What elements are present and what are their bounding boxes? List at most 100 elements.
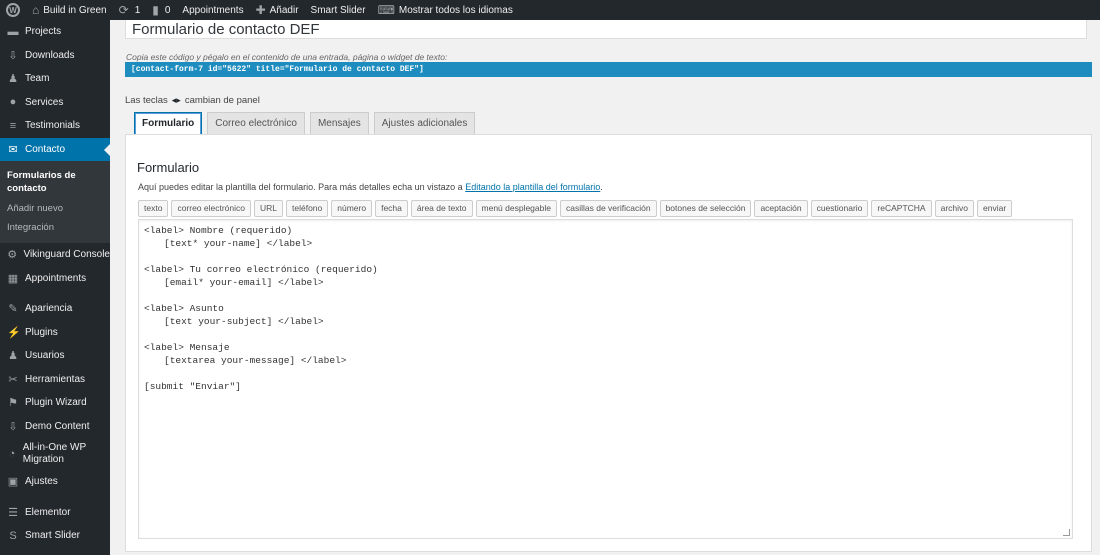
tab-ajustes-adicionales[interactable]: Ajustes adicionales [373,112,476,134]
sidebar-item-usuarios[interactable]: ♟ Usuarios [0,344,110,368]
sidebar-item-label: Smart Slider [25,530,81,542]
sidebar-item-label: Apariencia [25,303,73,315]
sidebar-item-team[interactable]: ♟ Team [0,67,110,91]
tag-button-recaptcha[interactable]: reCAPTCHA [871,200,932,217]
tab-mensajes[interactable]: Mensajes [309,112,369,134]
sidebar-item-plugins[interactable]: ⚡ Plugins [0,321,110,345]
panel-description: Aquí puedes editar la plantilla del form… [138,182,603,192]
main-content: Copia este código y pégalo en el conteni… [110,20,1100,555]
contacto-submenu: Formularios de contacto Añadir nuevo Int… [0,161,110,243]
tag-button-archivo[interactable]: archivo [934,200,975,217]
editor-line: [text your-subject] </label> [164,316,324,327]
sidebar-item-label: Plugins [25,326,58,338]
tag-button-cuestionario[interactable]: cuestionario [810,200,869,217]
languages-link[interactable]: ⌨ Mostrar todos los idiomas [378,3,513,17]
home-icon: ⌂ [32,3,40,17]
sidebar-item-downloads[interactable]: ⇩ Downloads [0,44,110,68]
tag-button-enviar[interactable]: enviar [977,200,1013,217]
sidebar-item-testimonials[interactable]: ≡ Testimonials [0,114,110,138]
sidebar-item-ajustes[interactable]: ▣ Ajustes [0,470,110,494]
gear-icon: ⚙ [7,249,18,262]
wordpress-logo-icon[interactable]: W [6,3,20,17]
calendar-icon: ▦ [7,272,19,285]
sidebar-item-vikinguard[interactable]: ⚙ Vikinguard Console [0,243,110,267]
sidebar-item-label: Ajustes [25,476,58,488]
tag-button-aceptacion[interactable]: aceptación [754,200,808,217]
slider-icon: S [9,529,17,542]
add-new-label: Añadir [269,4,299,16]
panel-tabs: Formulario Correo electrónico Mensajes A… [134,112,480,135]
appointments-link[interactable]: Appointments [182,5,243,16]
sidebar-item-label: Services [25,96,64,108]
sidebar-item-plugin-wizard[interactable]: ⚑ Plugin Wizard [0,391,110,415]
sidebar-item-label: All-in-One WP Migration [22,442,86,465]
comment-icon: ▮ [152,3,159,17]
tab-correo[interactable]: Correo electrónico [207,112,305,134]
editing-template-link[interactable]: Editando la plantilla del formulario [465,182,600,192]
testimonial-icon: ≡ [9,119,17,132]
plus-icon: ✚ [255,3,266,17]
tag-button-fecha[interactable]: fecha [375,200,408,217]
keys-hint-pre: Las teclas [125,95,168,106]
smart-slider-link[interactable]: Smart Slider [311,5,366,16]
tag-button-checkbox[interactable]: casillas de verificación [560,200,657,217]
shortcode-description: Copia este código y pégalo en el conteni… [126,52,448,62]
tag-button-textarea[interactable]: área de texto [410,200,473,217]
form-template-editor[interactable]: <label> Nombre (requerido) [text* your-n… [138,219,1073,539]
arrow-keys-icon: ◂▸ [171,95,181,105]
wrench-icon: ✂ [8,373,18,386]
tab-formulario[interactable]: Formulario [134,112,203,135]
shortcode-field[interactable]: [contact-form-7 id="5622" title="Formula… [125,62,1092,77]
sidebar-item-demo-content[interactable]: ⇩ Demo Content [0,415,110,439]
editor-line: [text* your-name] </label> [164,238,313,249]
user-icon: ♟ [8,350,18,363]
sidebar-item-label: Projects [25,26,62,38]
sidebar-item-elementor[interactable]: ☰ Elementor [0,501,110,525]
comments-link[interactable]: ▮ 0 [152,3,170,17]
tag-button-email[interactable]: correo electrónico [171,200,251,217]
tag-button-menu[interactable]: menú desplegable [475,200,557,217]
updates-link[interactable]: ⟳ 1 [119,3,141,17]
form-title-input[interactable] [125,20,1087,39]
download-icon: ⇩ [8,420,18,433]
tag-button-texto[interactable]: texto [138,200,169,217]
refresh-icon: ⟳ [118,3,129,17]
site-name-label: Build in Green [43,4,107,16]
sidebar-item-smart-slider[interactable]: S Smart Slider [0,524,110,548]
form-panel: Formulario Aquí puedes editar la plantil… [125,134,1092,552]
languages-label: Mostrar todos los idiomas [398,4,513,16]
tag-button-radio[interactable]: botones de selección [659,200,752,217]
sidebar-item-projects[interactable]: ▬ Projects [0,20,110,44]
mail-icon: ✉ [8,143,18,156]
admin-sidebar: ▬ Projects ⇩ Downloads ♟ Team ● Services… [0,20,110,555]
elementor-icon: ☰ [8,506,18,519]
sidebar-item-appointments[interactable]: ▦ Appointments [0,267,110,291]
tag-button-telefono[interactable]: teléfono [286,200,329,217]
resize-handle[interactable] [1063,529,1070,536]
sidebar-item-label: Herramientas [25,373,86,385]
download-icon: ⇩ [8,49,18,62]
sidebar-item-apariencia[interactable]: ✎ Apariencia [0,297,110,321]
sidebar-item-label: Elementor [25,506,71,518]
tag-button-url[interactable]: URL [254,200,284,217]
site-name-link[interactable]: ⌂ Build in Green [32,3,107,17]
translate-icon: ⌨ [377,3,395,17]
editor-line: [textarea your-message] </label> [164,355,347,366]
updates-count: 1 [134,4,141,16]
lightbulb-icon: ● [9,96,17,109]
submenu-item-add-new[interactable]: Añadir nuevo [0,199,110,218]
submenu-item-forms[interactable]: Formularios de contacto [0,165,110,199]
team-icon: ♟ [8,73,18,86]
sidebar-item-label: Contacto [25,143,66,155]
folder-icon: ▬ [7,25,19,38]
submenu-item-integration[interactable]: Integración [0,218,110,237]
editor-line: <label> Nombre (requerido) [144,225,293,236]
sidebar-item-herramientas[interactable]: ✂ Herramientas [0,368,110,392]
panel-desc-end: . [600,182,603,192]
add-new-link[interactable]: ✚ Añadir [256,3,299,17]
sidebar-item-services[interactable]: ● Services [0,91,110,115]
sidebar-item-label: Downloads [25,49,75,61]
sidebar-item-contacto[interactable]: ✉ Contacto [0,137,110,161]
tag-button-numero[interactable]: número [331,200,373,217]
sidebar-item-migration[interactable]: ◔ All-in-One WP Migration [0,438,110,470]
